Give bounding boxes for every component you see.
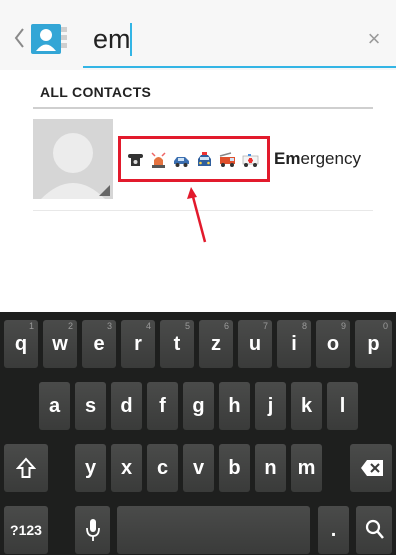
emoji-highlight-box [118,136,270,182]
key-m[interactable]: m [291,444,322,492]
key-w[interactable]: w2 [43,320,77,368]
search-icon [365,519,384,539]
key-t[interactable]: t5 [160,320,194,368]
clear-icon[interactable]: × [363,28,385,50]
microphone-icon [86,519,100,541]
key-label: p [367,333,380,355]
search-input[interactable]: em [93,24,131,55]
key-s[interactable]: s [75,382,106,430]
avatar[interactable] [33,119,113,199]
contact-name-match: Em [274,149,301,168]
key-g[interactable]: g [183,382,214,430]
key-label: o [326,333,340,355]
fire-truck-icon [219,152,235,167]
key-a[interactable]: a [39,382,70,430]
key-hint: 0 [382,321,388,331]
police-light-icon [151,152,166,168]
key-d[interactable]: d [111,382,142,430]
key-k[interactable]: k [291,382,322,430]
back-arrow-icon[interactable] [13,26,25,50]
key-x[interactable]: x [111,444,142,492]
key-j[interactable]: j [255,382,286,430]
key-u[interactable]: u7 [238,320,272,368]
shift-icon [16,457,36,478]
key-label: r [134,333,142,355]
key-hint: 4 [145,321,151,331]
section-divider [33,107,373,109]
key-h[interactable]: h [219,382,250,430]
key-hint: 3 [106,321,112,331]
key-hint: 7 [262,321,268,331]
symbols-key[interactable]: ?123 [4,506,48,554]
key-hint: 2 [67,321,73,331]
text-cursor [130,23,132,56]
key-c[interactable]: c [147,444,178,492]
key-i[interactable]: i8 [277,320,311,368]
pointer-arrow-icon [187,187,207,243]
avatar-corner-indicator [99,185,110,196]
contact-name-rest: ergency [300,149,361,168]
key-b[interactable]: b [219,444,250,492]
key-n[interactable]: n [255,444,286,492]
key-q[interactable]: q1 [4,320,38,368]
key-e[interactable]: e3 [82,320,116,368]
key-v[interactable]: v [183,444,214,492]
key-y[interactable]: y [75,444,106,492]
key-hint: 8 [301,321,307,331]
key-hint: 6 [223,321,229,331]
period-key[interactable]: . [318,506,349,554]
key-z[interactable]: z6 [199,320,233,368]
backspace-icon [361,460,383,476]
key-label: z [211,333,221,355]
key-hint: 5 [184,321,190,331]
key-hint: 9 [340,321,346,331]
key-p[interactable]: p0 [355,320,392,368]
police-car-icon [174,157,189,167]
section-header: ALL CONTACTS [40,84,152,100]
key-f[interactable]: f [147,382,178,430]
key-r[interactable]: r4 [121,320,155,368]
search-key[interactable] [356,506,392,554]
key-o[interactable]: o9 [316,320,350,368]
key-label: t [173,333,181,355]
key-label: u [248,333,262,355]
key-label: i [291,333,297,355]
key-l[interactable]: l [327,382,358,430]
key-hint: 1 [28,321,34,331]
search-bar: em × [0,0,396,70]
telephone-icon [128,154,143,166]
key-label: q [14,333,28,355]
key-label: w [52,333,68,355]
shift-key[interactable] [4,444,48,492]
contacts-app-icon[interactable] [28,21,70,57]
police-car-front-icon [198,152,211,166]
ambulance-icon [242,154,259,167]
soft-keyboard: q1 w2 e3 r4 t5 z6 u7 i8 o9 p0 a s d f g … [0,312,396,555]
delete-key[interactable] [350,444,392,492]
space-key[interactable] [117,506,310,554]
contact-name[interactable]: Emergency [274,149,361,169]
key-label: e [93,333,105,355]
mic-key[interactable] [75,506,110,554]
search-underline [83,66,396,68]
